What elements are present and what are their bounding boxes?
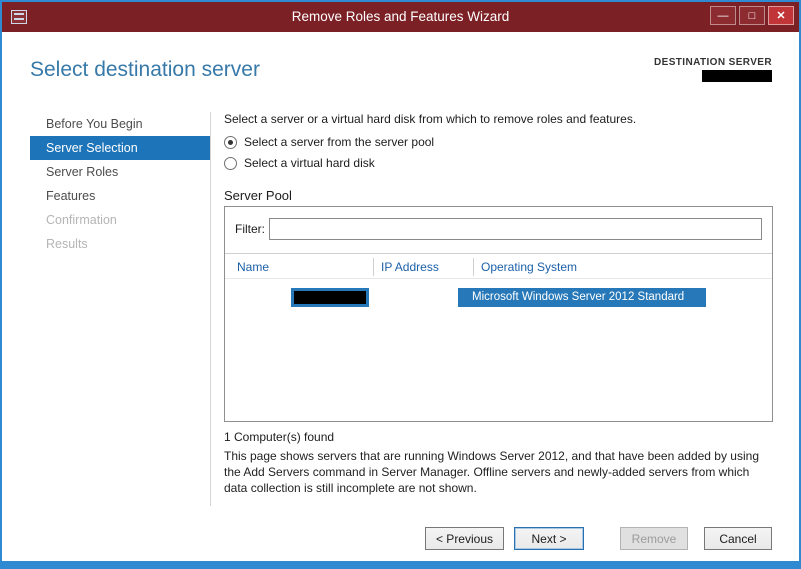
column-header-name[interactable]: Name — [237, 254, 269, 280]
previous-button[interactable]: < Previous — [424, 527, 504, 550]
filter-input[interactable] — [269, 218, 762, 240]
column-header-operating-system[interactable]: Operating System — [481, 254, 577, 280]
destination-server-label: DESTINATION SERVER — [654, 57, 772, 68]
nav-item-server-selection[interactable]: Server Selection — [30, 136, 210, 160]
remove-button: Remove — [620, 527, 688, 550]
nav-item-results: Results — [46, 237, 88, 251]
window-title: Remove Roles and Features Wizard — [291, 9, 510, 24]
nav-item-server-roles[interactable]: Server Roles — [30, 160, 210, 184]
column-separator — [473, 258, 474, 276]
server-row[interactable]: Microsoft Windows Server 2012 Standard — [225, 288, 772, 308]
maximize-icon: □ — [748, 9, 756, 22]
minimize-icon: — — [717, 9, 729, 22]
server-pool-label: Server Pool — [224, 188, 292, 203]
window-frame: Remove Roles and Features Wizard — □ ✕ S… — [2, 2, 799, 561]
nav-item-features[interactable]: Features — [30, 184, 210, 208]
intro-text: Select a server or a virtual hard disk f… — [224, 112, 637, 126]
wizard-nav: Before You Begin Server Selection Server… — [30, 112, 210, 256]
table-body: Microsoft Windows Server 2012 Standard — [225, 279, 772, 421]
next-button[interactable]: Next > — [514, 527, 584, 550]
nav-content-divider — [210, 112, 211, 506]
page-description: This page shows servers that are running… — [224, 449, 759, 495]
window-controls: — □ ✕ — [707, 6, 794, 25]
radio-unchecked-icon — [224, 156, 237, 170]
radio-checked-icon — [224, 135, 237, 149]
radio-select-from-server-pool[interactable]: Select a server from the server pool — [224, 135, 434, 149]
server-pool-panel: Filter: Name IP Address Operating System — [224, 206, 773, 422]
titlebar[interactable]: Remove Roles and Features Wizard — □ ✕ — [2, 2, 799, 32]
column-separator — [373, 258, 374, 276]
filter-label: Filter: — [235, 222, 265, 236]
column-header-ip-address[interactable]: IP Address — [381, 254, 439, 280]
redacted-name — [294, 291, 366, 304]
radio-label-vhd: Select a virtual hard disk — [244, 156, 375, 170]
wizard-window: Remove Roles and Features Wizard — □ ✕ S… — [0, 0, 801, 569]
cancel-button[interactable]: Cancel — [704, 527, 772, 550]
radio-select-virtual-hard-disk[interactable]: Select a virtual hard disk — [224, 156, 375, 170]
filter-row: Filter: — [225, 207, 772, 252]
server-os-cell: Microsoft Windows Server 2012 Standard — [458, 288, 706, 307]
table-header: Name IP Address Operating System — [225, 253, 772, 279]
maximize-button[interactable]: □ — [739, 6, 765, 25]
page-title: Select destination server — [30, 58, 260, 81]
computers-found-text: 1 Computer(s) found — [224, 430, 335, 444]
nav-item-before-you-begin[interactable]: Before You Begin — [30, 112, 210, 136]
minimize-button[interactable]: — — [710, 6, 736, 25]
radio-label-server-pool: Select a server from the server pool — [244, 135, 435, 149]
wizard-body: Select destination server DESTINATION SE… — [2, 32, 799, 561]
nav-item-confirmation: Confirmation — [46, 213, 117, 227]
server-name-cell — [291, 288, 369, 307]
wizard-footer: < Previous Next > Remove Cancel — [424, 527, 772, 550]
close-icon: ✕ — [776, 10, 786, 22]
close-button[interactable]: ✕ — [768, 6, 794, 25]
redacted-server-name — [702, 70, 772, 82]
